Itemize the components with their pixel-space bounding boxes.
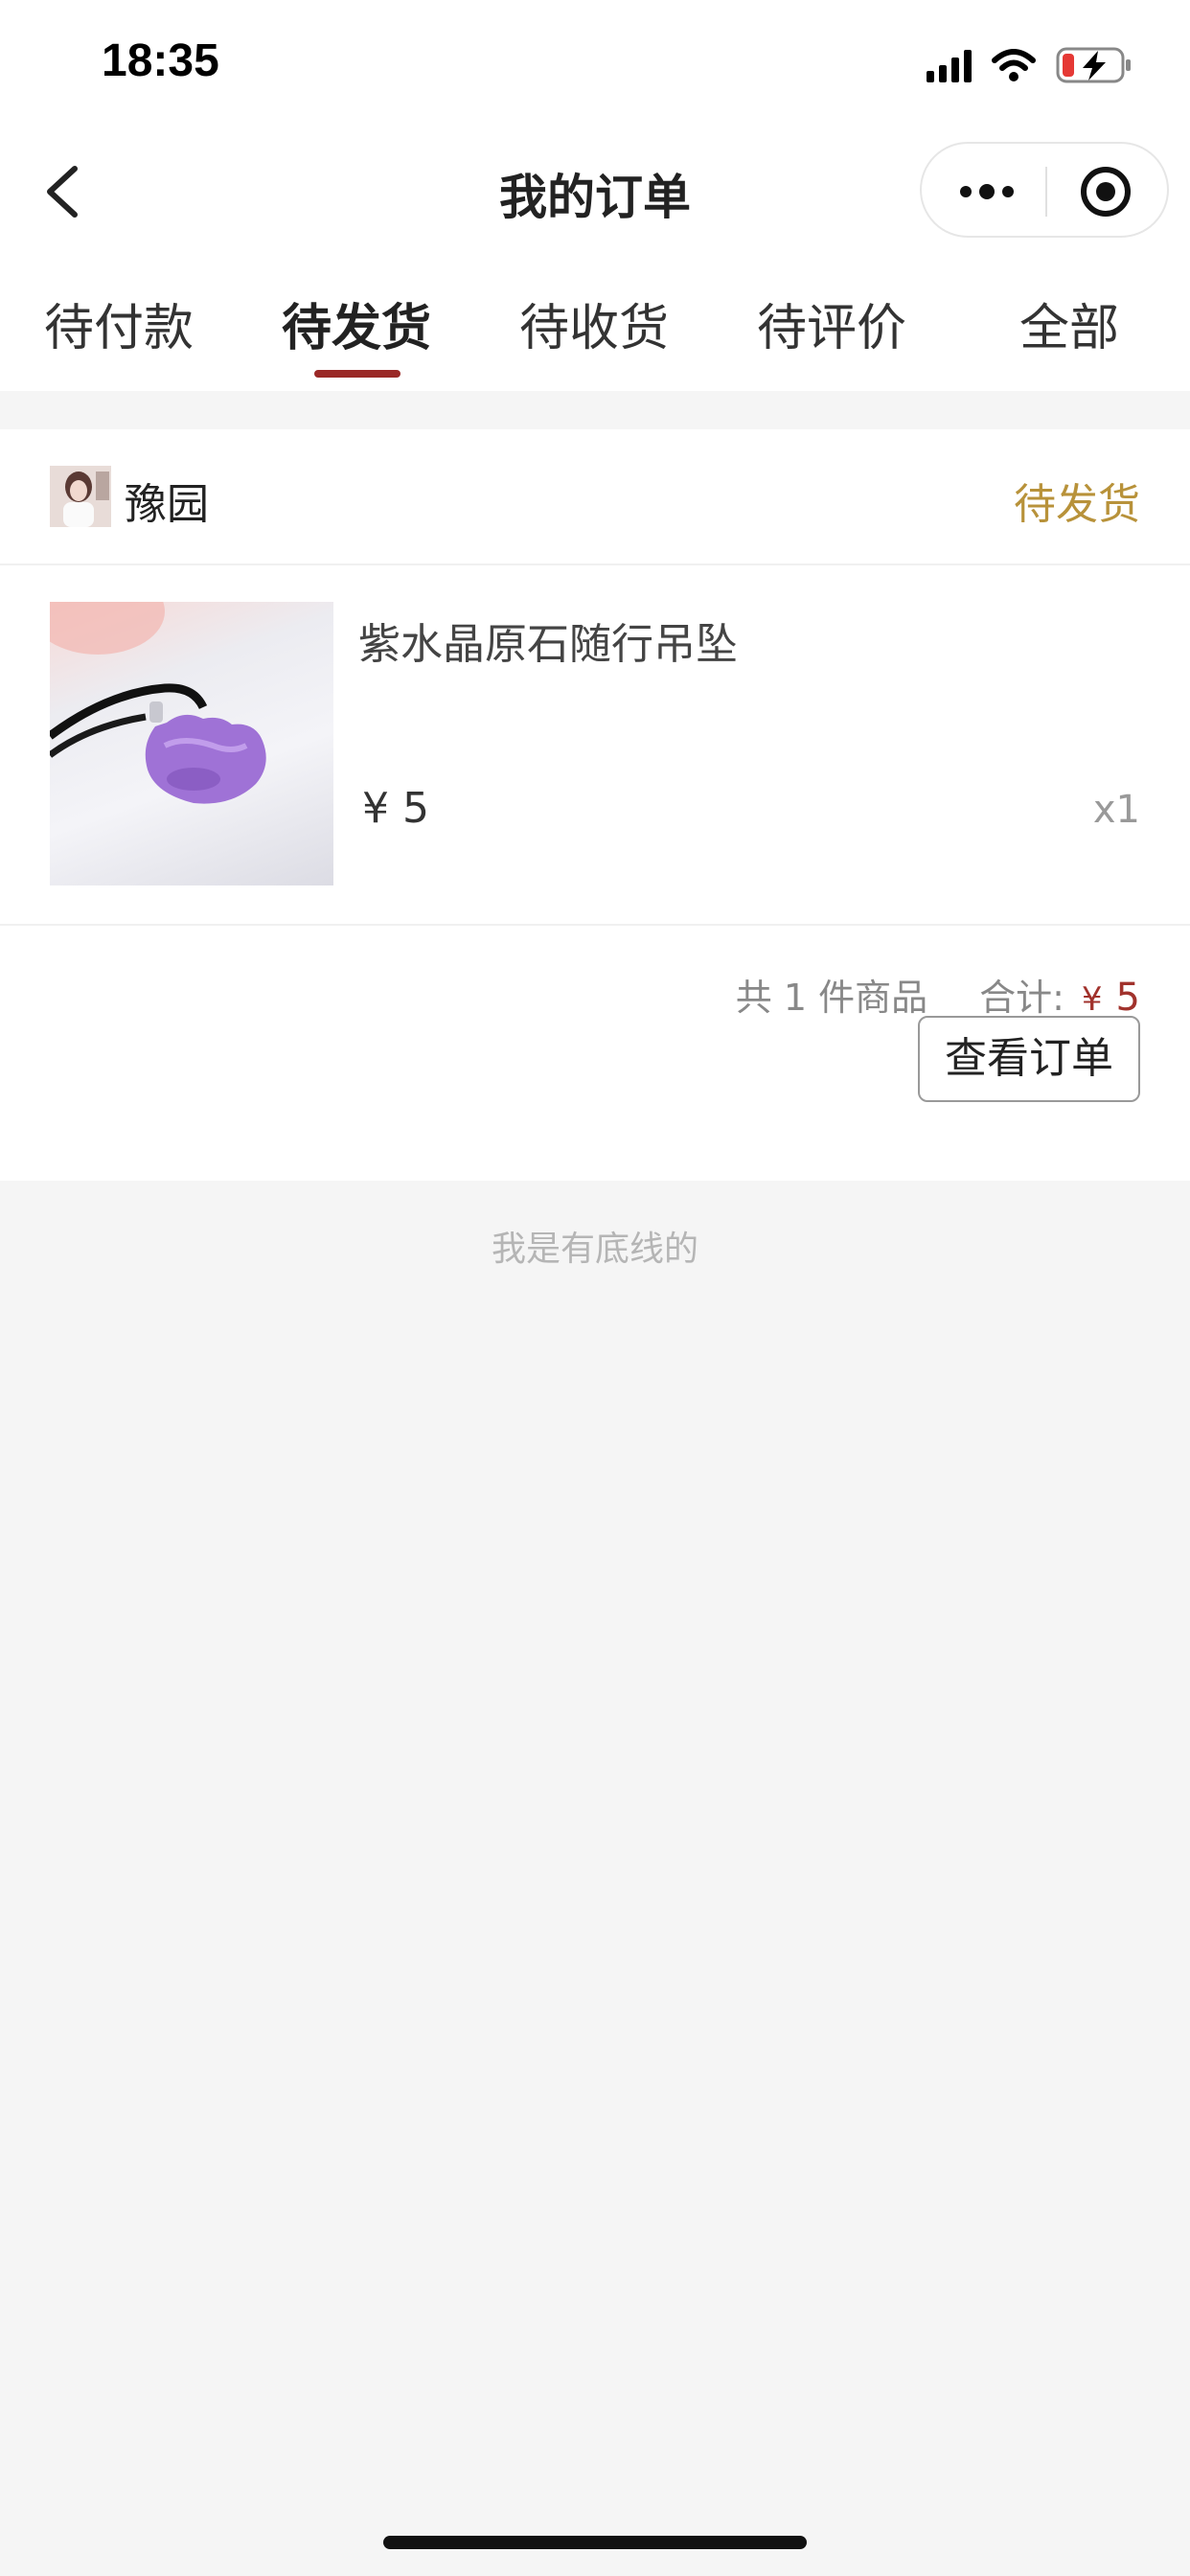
tab-pending-shipment[interactable]: 待发货 xyxy=(261,288,452,359)
shop-name: 豫园 xyxy=(125,480,209,529)
shop-avatar xyxy=(50,466,111,527)
close-target-icon[interactable] xyxy=(1079,165,1133,218)
more-dots-icon[interactable] xyxy=(958,180,1016,203)
tab-pending-payment[interactable]: 待付款 xyxy=(23,288,215,359)
order-status: 待发货 xyxy=(1014,480,1140,529)
order-tabs: 待付款 待发货 待收货 待评价 全部 xyxy=(0,253,1190,391)
product-price: ¥ 5 xyxy=(362,784,429,833)
total-label: 合计: xyxy=(979,977,1064,1019)
product-quantity: x1 xyxy=(1092,788,1140,832)
navigation-bar: 我的订单 xyxy=(0,130,1190,253)
shop-header[interactable]: 豫园 待发货 xyxy=(0,429,1190,565)
cellular-signal-icon xyxy=(927,48,972,82)
summary-line: 共 1 件商品 合计: ¥ 5 xyxy=(736,968,1140,1021)
item-count: 共 1 件商品 xyxy=(735,977,928,1019)
battery-charging-icon xyxy=(1056,47,1131,83)
mini-program-capsule xyxy=(920,142,1169,238)
product-name: 紫水晶原石随行吊坠 xyxy=(358,620,738,669)
capsule-divider xyxy=(1045,167,1047,217)
wifi-icon xyxy=(992,49,1036,81)
end-of-list-note: 我是有底线的 xyxy=(491,1230,698,1269)
total-amount: 5 xyxy=(1115,976,1140,1020)
product-row[interactable]: 紫水晶原石随行吊坠 ¥ 5 x1 xyxy=(0,565,1190,926)
product-image xyxy=(50,602,333,886)
status-bar: 18:35 xyxy=(0,0,1190,130)
view-order-button[interactable]: 查看订单 xyxy=(918,1016,1140,1102)
tab-pending-receipt[interactable]: 待收货 xyxy=(498,288,690,359)
order-summary: 共 1 件商品 合计: ¥ 5 查看订单 xyxy=(0,926,1190,1181)
active-tab-indicator xyxy=(314,370,400,378)
tab-all[interactable]: 全部 xyxy=(973,288,1165,359)
status-time: 18:35 xyxy=(102,35,219,86)
tab-pending-review[interactable]: 待评价 xyxy=(736,288,927,359)
total-currency: ¥ xyxy=(1081,980,1103,1019)
order-card: 豫园 待发货 紫水晶原石随行吊坠 ¥ 5 x1 共 1 件商品 合计: ¥ 5 … xyxy=(0,429,1190,1181)
status-icons xyxy=(927,42,1133,88)
home-indicator[interactable] xyxy=(383,2536,807,2549)
